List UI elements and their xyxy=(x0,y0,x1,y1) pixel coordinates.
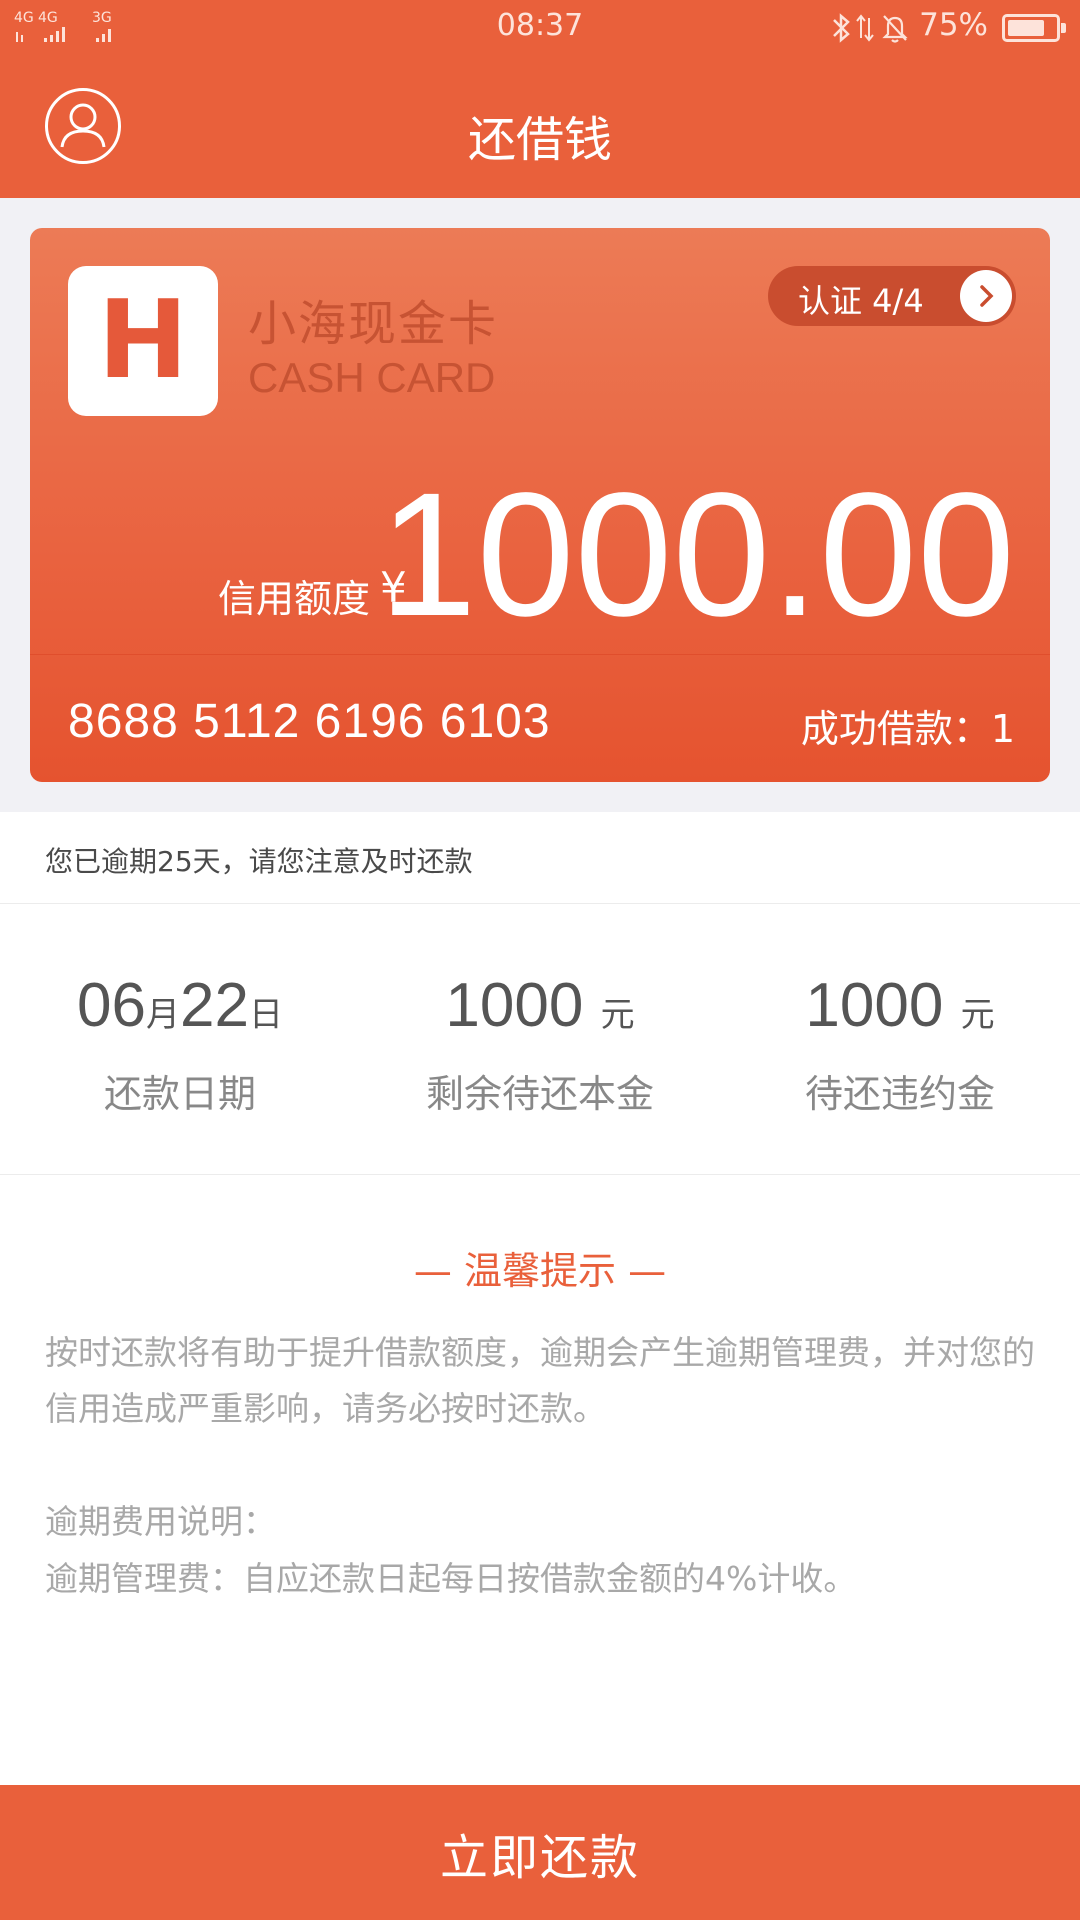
due-date-value: 06月22日 xyxy=(77,971,283,1040)
repay-now-button[interactable]: 立即还款 xyxy=(0,1785,1080,1920)
divider xyxy=(0,1174,1080,1175)
status-bar: 4G 4G 3G 08:37 75% xyxy=(0,0,1080,56)
principal-value: 1000 元 xyxy=(445,971,635,1040)
bluetooth-icon xyxy=(833,13,850,43)
page-title: 还借钱 xyxy=(467,112,612,168)
tips-title: — 温馨提示 — xyxy=(413,1249,667,1293)
bell-mute-icon xyxy=(882,15,908,43)
verify-badge-button[interactable]: 认证 4/4 xyxy=(768,266,1016,326)
logo-letter: H xyxy=(97,278,189,403)
fee-description: 逾期管理费：自应还款日起每日按借款金额的4%计收。 xyxy=(45,1559,857,1598)
credit-amount: 1000.00 xyxy=(378,457,1015,653)
data-arrows-icon xyxy=(856,14,874,42)
stat-principal: 1000 元 剩余待还本金 xyxy=(360,970,720,1118)
cash-card: H 小海现金卡 CASH CARD 认证 4/4 信用额度 ¥ 1000.00 … xyxy=(30,228,1050,782)
overdue-notice: 您已逾期25天，请您注意及时还款 xyxy=(45,845,473,878)
chevron-right-icon xyxy=(960,270,1012,322)
brand-subtitle: CASH CARD xyxy=(248,354,496,401)
card-divider xyxy=(30,654,1050,655)
stat-due-date: 06月22日 还款日期 xyxy=(0,970,360,1118)
brand-logo: H xyxy=(68,266,218,416)
divider xyxy=(0,903,1080,904)
successful-loans: 成功借款：1 xyxy=(800,707,1015,751)
credit-label: 信用额度 xyxy=(218,577,371,621)
penalty-value: 1000 元 xyxy=(805,971,995,1040)
fee-title: 逾期费用说明： xyxy=(45,1502,276,1541)
status-time: 08:37 xyxy=(496,8,584,43)
penalty-label: 待还违约金 xyxy=(804,1072,995,1116)
battery-icon xyxy=(1002,14,1066,42)
verify-label: 认证 4/4 xyxy=(798,282,924,320)
brand-name: 小海现金卡 xyxy=(248,296,499,352)
stat-penalty: 1000 元 待还违约金 xyxy=(720,970,1080,1118)
principal-label: 剩余待还本金 xyxy=(425,1072,654,1116)
repay-now-label: 立即还款 xyxy=(439,1829,640,1886)
due-date-label: 还款日期 xyxy=(103,1072,256,1116)
card-number: 8688 5112 6196 6103 xyxy=(68,695,551,748)
battery-percent: 75% xyxy=(919,7,988,43)
tips-body: 按时还款将有助于提升借款额度，逾期会产生逾期管理费，并对您的信用造成严重影响，请… xyxy=(45,1333,1035,1428)
